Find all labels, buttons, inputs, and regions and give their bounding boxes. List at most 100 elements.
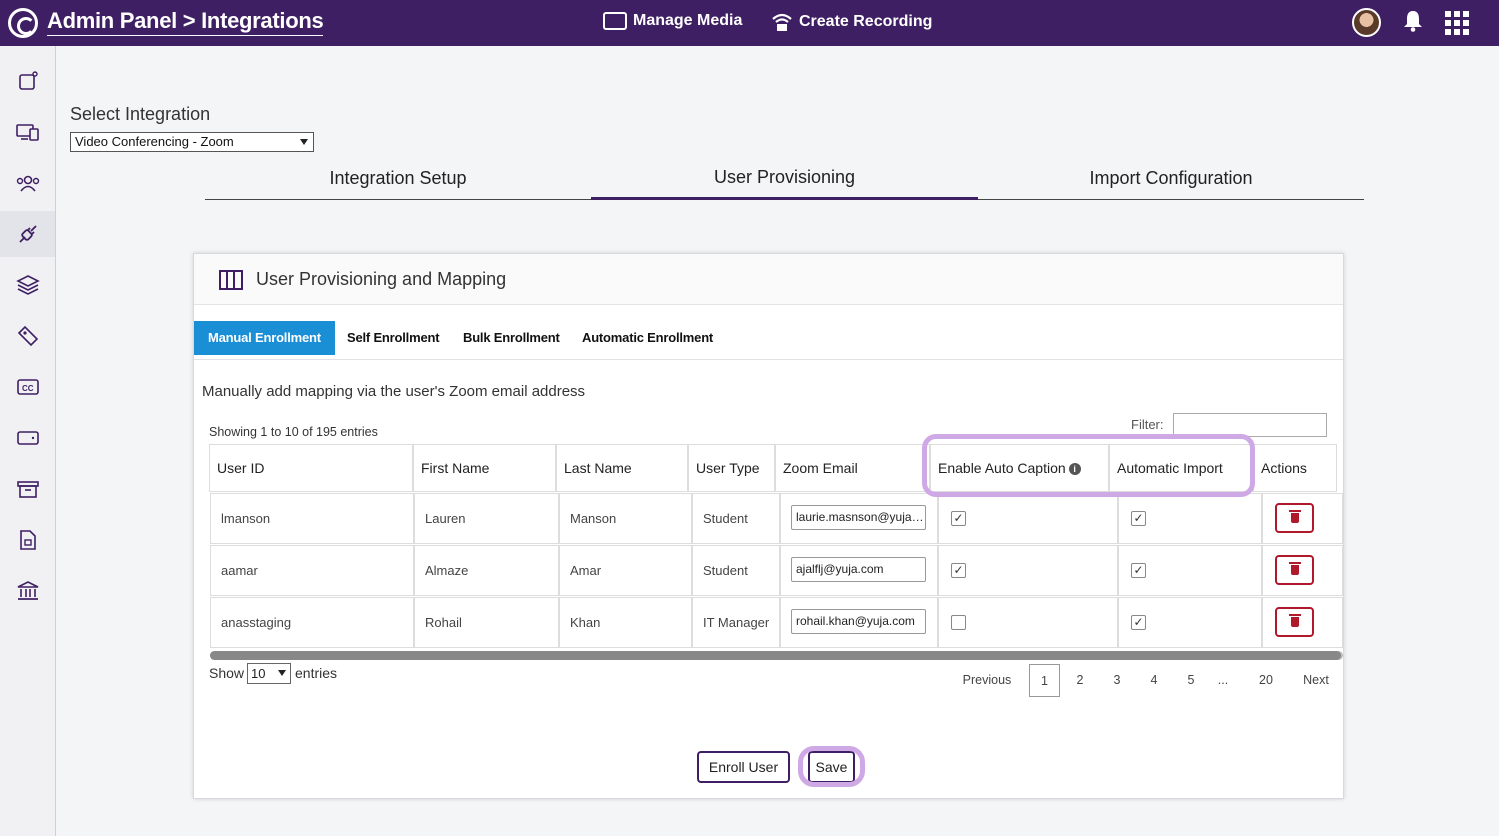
sidebar-document-icon[interactable]	[0, 517, 55, 563]
page-size-value: 10	[251, 666, 266, 681]
show-label: Show	[209, 665, 245, 681]
sidebar-card-icon[interactable]	[0, 415, 55, 461]
sidebar-integrations-icon[interactable]	[0, 211, 55, 257]
recording-icon	[772, 13, 792, 31]
automatic-import-checkbox[interactable]: ✓	[1131, 511, 1146, 526]
pagination-page-3[interactable]: 3	[1106, 664, 1128, 697]
integration-select[interactable]: Video Conferencing - Zoom	[70, 132, 314, 152]
cell-zoom-email: ajalflj@yuja.com	[780, 545, 938, 596]
enrollment-subtabs: Manual Enrollment Self Enrollment Bulk E…	[194, 321, 1343, 360]
pagination-page-5[interactable]: 5	[1180, 664, 1202, 697]
column-header-first-name[interactable]: First Name	[413, 444, 556, 492]
pagination-page-20[interactable]: 20	[1252, 664, 1280, 697]
cell-last-name: Amar	[559, 545, 692, 596]
svg-text:CC: CC	[22, 384, 34, 393]
pagination-ellipsis: ...	[1217, 673, 1229, 687]
cell-automatic-import: ✓	[1118, 545, 1262, 596]
tab-integration-setup[interactable]: Integration Setup	[205, 160, 591, 200]
chevron-down-icon	[300, 139, 308, 145]
horizontal-scrollbar[interactable]	[210, 651, 1343, 660]
delete-button[interactable]	[1275, 503, 1314, 533]
cell-user-id: lmanson	[210, 493, 414, 544]
cell-user-id: aamar	[210, 545, 414, 596]
cell-automatic-import: ✓	[1118, 597, 1262, 648]
description-text: Manually add mapping via the user's Zoom…	[202, 383, 586, 400]
cell-actions	[1262, 597, 1343, 648]
tab-user-provisioning[interactable]: User Provisioning	[591, 160, 978, 200]
cell-first-name: Almaze	[414, 545, 559, 596]
scrollbar-thumb[interactable]	[210, 651, 1341, 660]
info-icon[interactable]: i	[1068, 463, 1081, 475]
page-size-select[interactable]: 10	[247, 663, 291, 684]
zoom-email-input[interactable]: ajalflj@yuja.com	[791, 557, 926, 582]
subtab-self-enrollment[interactable]: Self Enrollment	[347, 321, 440, 355]
automatic-import-checkbox[interactable]: ✓	[1131, 563, 1146, 578]
pagination-page-2[interactable]: 2	[1069, 664, 1091, 697]
subtab-bulk-enrollment[interactable]: Bulk Enrollment	[463, 321, 560, 355]
auto-caption-checkbox[interactable]	[951, 615, 966, 630]
user-provisioning-card: User Provisioning and Mapping Manual Enr…	[193, 253, 1344, 799]
cell-user-type: Student	[692, 493, 780, 544]
subtab-manual-enrollment[interactable]: Manual Enrollment	[194, 321, 335, 355]
card-header: User Provisioning and Mapping	[194, 254, 1343, 305]
cell-zoom-email: rohail.khan@yuja.com	[780, 597, 938, 648]
cell-first-name: Rohail	[414, 597, 559, 648]
trash-icon	[1289, 614, 1301, 616]
delete-button[interactable]	[1275, 555, 1314, 585]
zoom-email-input[interactable]: laurie.masnson@yuja.com	[791, 505, 926, 530]
trash-icon	[1289, 510, 1301, 512]
automatic-import-checkbox[interactable]: ✓	[1131, 615, 1146, 630]
manage-media-button[interactable]: Manage Media	[603, 12, 742, 30]
auto-caption-checkbox[interactable]: ✓	[951, 511, 966, 526]
pagination-page-1[interactable]: 1	[1029, 664, 1060, 697]
zoom-email-input[interactable]: rohail.khan@yuja.com	[791, 609, 926, 634]
sidebar-layers-icon[interactable]	[0, 262, 55, 308]
create-recording-button[interactable]: Create Recording	[771, 12, 932, 32]
cell-user-id: anasstaging	[210, 597, 414, 648]
pagination-page-4[interactable]: 4	[1143, 664, 1165, 697]
user-avatar[interactable]	[1352, 8, 1381, 37]
cell-actions	[1262, 545, 1343, 596]
cell-first-name: Lauren	[414, 493, 559, 544]
cell-zoom-email: laurie.masnson@yuja.com	[780, 493, 938, 544]
notifications-bell-icon[interactable]	[1403, 10, 1423, 34]
sidebar-archive-icon[interactable]	[0, 466, 55, 512]
enroll-user-button[interactable]: Enroll User	[697, 751, 790, 783]
cell-automatic-import: ✓	[1118, 493, 1262, 544]
create-recording-label: Create Recording	[799, 13, 933, 30]
cell-last-name: Manson	[559, 493, 692, 544]
sidebar-captions-icon[interactable]: CC	[0, 364, 55, 410]
manage-media-label: Manage Media	[633, 12, 743, 29]
tab-import-configuration[interactable]: Import Configuration	[978, 160, 1364, 200]
column-header-user-id[interactable]: User ID	[209, 444, 413, 492]
apps-grid-icon[interactable]	[1445, 11, 1469, 35]
media-folder-icon	[603, 12, 627, 30]
sidebar-dashboard-icon[interactable]	[0, 58, 55, 104]
page-title[interactable]: Admin Panel > Integrations	[47, 9, 324, 36]
column-header-last-name[interactable]: Last Name	[556, 444, 688, 492]
select-integration-label: Select Integration	[70, 104, 211, 124]
column-header-zoom-email[interactable]: Zoom Email	[775, 444, 930, 492]
sidebar-institution-icon[interactable]	[0, 568, 55, 614]
save-button[interactable]: Save	[808, 751, 855, 783]
column-header-enable-auto-caption[interactable]: Enable Auto Caption i	[930, 444, 1109, 492]
sidebar: CC	[0, 46, 56, 836]
cell-user-type: IT Manager	[692, 597, 780, 648]
pagination-previous[interactable]: Previous	[957, 664, 1017, 697]
cell-auto-caption	[938, 597, 1118, 648]
column-header-user-type[interactable]: User Type	[688, 444, 775, 492]
subtab-automatic-enrollment[interactable]: Automatic Enrollment	[582, 321, 713, 355]
integration-select-value: Video Conferencing - Zoom	[75, 134, 234, 149]
top-bar: Admin Panel > Integrations Manage Media …	[0, 0, 1499, 46]
trash-icon	[1289, 562, 1301, 564]
auto-caption-checkbox[interactable]: ✓	[951, 563, 966, 578]
delete-button[interactable]	[1275, 607, 1314, 637]
filter-input[interactable]	[1173, 413, 1327, 437]
main-tabs: Integration Setup User Provisioning Impo…	[205, 160, 1364, 200]
sidebar-tag-icon[interactable]	[0, 313, 55, 359]
column-header-automatic-import[interactable]: Automatic Import	[1109, 444, 1253, 492]
yuja-logo-icon[interactable]	[8, 8, 38, 38]
sidebar-devices-icon[interactable]	[0, 109, 55, 155]
pagination-next[interactable]: Next	[1297, 664, 1335, 697]
sidebar-users-icon[interactable]	[0, 160, 55, 206]
